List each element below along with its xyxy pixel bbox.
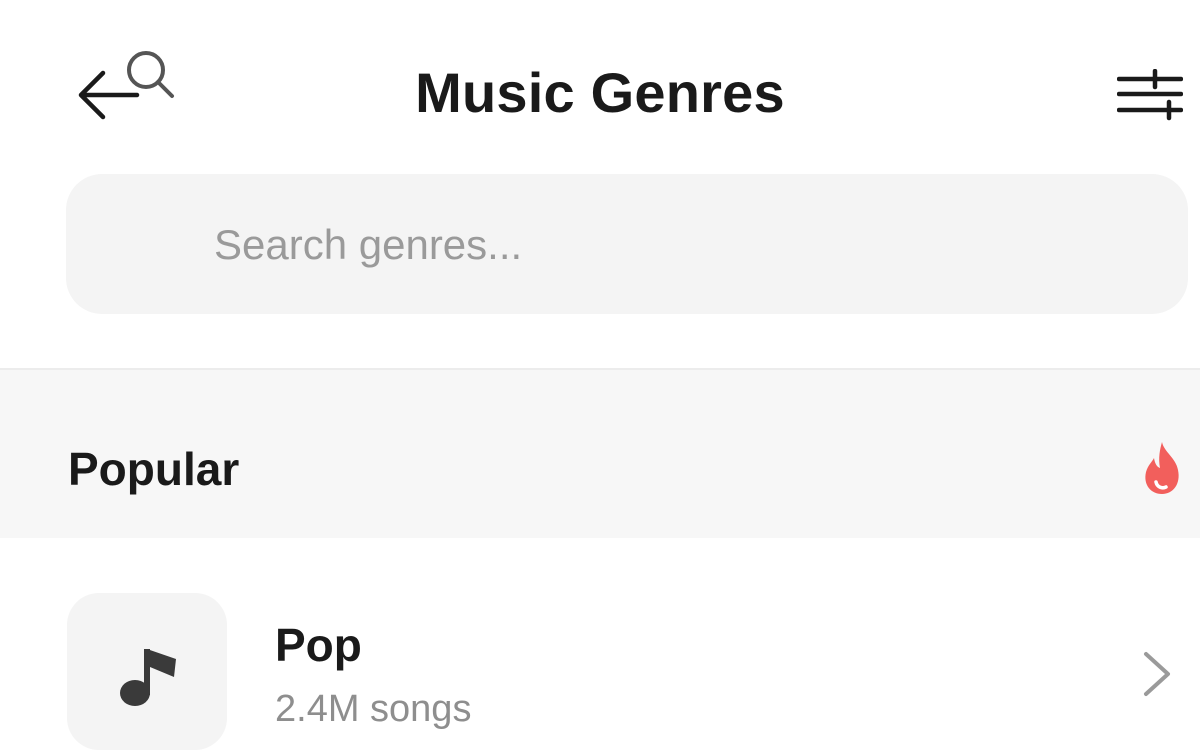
fire-icon	[1145, 442, 1179, 494]
chevron-right-icon	[1144, 652, 1170, 696]
search-icon	[127, 51, 174, 98]
filter-button[interactable]	[1110, 60, 1190, 130]
genre-list-item[interactable]: Pop 2.4M songs	[0, 560, 1200, 750]
search-input[interactable]	[214, 210, 1114, 280]
header: Music Genres	[0, 0, 1200, 170]
section-title: Popular	[68, 443, 240, 495]
popular-section-header: Popular	[0, 368, 1200, 538]
page-title: Music Genres	[415, 61, 785, 124]
genre-name: Pop	[275, 619, 362, 671]
search-bar[interactable]	[66, 174, 1188, 314]
genre-song-count: 2.4M songs	[275, 688, 472, 730]
music-note-icon	[120, 649, 176, 706]
filter-sliders-icon	[1117, 69, 1183, 121]
music-genres-screen: Music Genres Popular Pop 2.4M songs	[0, 0, 1200, 750]
